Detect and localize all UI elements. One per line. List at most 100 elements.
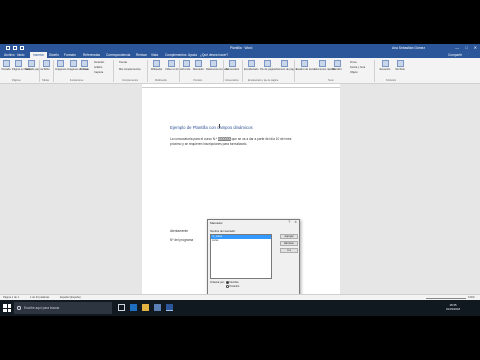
dialog-controls: ? ✕ [289,220,297,224]
go-to-button[interactable]: Ir a [280,248,298,253]
ribbon-divider [53,60,54,82]
window-title: Plantilla · Word [230,46,253,50]
link-button[interactable]: Vínculo [181,60,191,71]
sort-position-radio[interactable]: Posición [226,285,239,288]
task-view-icon[interactable] [118,304,125,311]
group-header-footer: Encabezado y pie de página [248,79,279,82]
close-button[interactable]: ✕ [474,44,477,52]
document-program-number: Nº del programa [170,238,194,242]
link-icon [182,60,190,67]
maximize-button[interactable]: □ [465,44,467,52]
cover-page-button[interactable]: Portada [1,60,11,71]
page-break-icon [27,60,35,67]
wikipedia-icon [153,60,160,67]
dialog-close-icon[interactable]: ✕ [294,220,297,224]
user-name[interactable]: Ana Sebastián Gómez [392,44,425,52]
taskbar-search[interactable]: Escribe aquí para buscar [14,302,112,314]
title-bar: Plantilla · Word Ana Sebastián Gómez — □… [0,44,480,52]
minimize-button[interactable]: — [455,44,459,52]
table-button[interactable]: Tabla [42,60,51,71]
group-pages: Páginas [12,79,21,82]
dialog-title: Marcador [210,221,223,225]
edge-icon[interactable] [130,304,137,311]
word-taskbar-icon[interactable] [166,304,173,311]
bookmark-icon [195,60,202,67]
header-button[interactable]: Encabezado [244,60,258,71]
chart-button[interactable]: Gráfico [94,66,102,69]
my-addins-button[interactable]: Mis complementos [119,68,141,71]
store-icon[interactable] [154,304,161,311]
quick-access-toolbar [6,46,24,50]
text-box-icon [300,60,308,67]
group-addins: Complementos [122,79,139,82]
cover-page-icon [2,60,10,67]
course-number-field[interactable]: XXXXXX [217,137,231,141]
save-icon[interactable] [6,46,10,50]
blank-page-button[interactable]: Página en blanco [12,60,32,71]
cross-reference-button[interactable]: Referencia cruzada [206,60,229,71]
ribbon-divider [242,60,243,82]
help-icon[interactable]: ? [289,220,291,224]
redo-icon[interactable] [20,46,24,50]
online-pictures-button[interactable]: Imágenes en línea [67,60,88,71]
online-video-button[interactable]: Vídeo en línea [165,60,182,71]
ribbon-divider [374,60,375,82]
equation-button[interactable]: Ecuación [378,60,392,71]
clock[interactable]: 18:35 01/03/2018 [446,303,460,311]
ribbon-divider [179,60,180,82]
shapes-button[interactable]: Formas [80,60,89,71]
ribbon: Portada Página en blanco Salto de página… [0,58,480,84]
group-comments: Comentarios [225,79,239,82]
ribbon-divider [113,60,114,82]
windows-start-icon[interactable] [3,304,11,312]
group-symbols: Símbolos [386,79,396,82]
list-item[interactable]: curso [211,239,271,243]
date-time-button[interactable]: Fecha y hora [350,66,365,69]
radio-unchecked-icon [226,285,229,288]
taskbar: Escribe aquí para buscar 18:35 01/03/201… [0,300,480,316]
group-illustrations: Ilustraciones [70,79,84,82]
object-button[interactable]: Objeto [350,71,358,74]
delete-button[interactable]: Eliminar [280,241,298,246]
zoom-slider[interactable] [426,297,466,298]
pictures-button[interactable]: Imágenes [55,60,66,71]
page-break-button[interactable]: Salto de página [25,60,43,71]
symbol-icon [396,60,404,67]
radio-checked-icon [226,281,229,284]
mouse-cursor [219,124,220,128]
bookmark-dialog: Marcador ? ✕ Nombre del marcador: nº_cur… [207,219,300,304]
text-box-button[interactable]: Cuadro de texto [296,60,314,71]
comment-button[interactable]: Comentario [225,60,240,71]
ribbon-divider [147,60,148,82]
page-number-button[interactable]: Número de página [276,60,297,71]
shapes-icon [80,60,88,67]
smartart-button[interactable]: SmartArt [94,61,104,64]
add-button[interactable]: Agregar [280,234,298,239]
online-pictures-icon [69,60,77,67]
document-paragraph-2: próximo y se requieren inscripciones par… [170,142,248,146]
screenshot-button[interactable]: Captura [94,71,103,74]
quick-parts-button[interactable]: Elementos rápidos [314,60,335,71]
document-paragraph-1: La convocatoria para el curso N.º XXXXXX… [170,137,292,141]
symbol-button[interactable]: Símbolo [394,60,406,71]
wikipedia-button[interactable]: Wikipedia [150,60,163,71]
sort-by-label: Ordenar por: [210,281,225,284]
screen: Plantilla · Word Ana Sebastián Gómez — □… [0,44,480,316]
group-tables: Tablas [42,79,49,82]
undo-icon[interactable] [13,46,17,50]
window-controls: — □ ✕ [455,44,477,52]
wordart-button[interactable]: WordArt [332,60,342,71]
signature-line-button[interactable]: Firma [350,61,357,64]
sort-name-radio[interactable]: Nombre [226,281,239,284]
equation-icon [381,60,389,67]
document-heading: Ejemplo de Plantilla con campos dinámico… [170,125,253,130]
file-explorer-icon[interactable] [142,304,149,311]
table-icon [43,60,50,67]
bookmark-list[interactable]: nº_curso curso [210,234,272,279]
footer-button[interactable]: Pie de página [260,60,276,71]
cross-reference-icon [210,60,217,67]
quick-parts-icon [318,60,326,67]
bookmark-button[interactable]: Marcador [193,60,204,71]
store-button[interactable]: Tienda [119,61,127,64]
wordart-icon [333,60,341,67]
